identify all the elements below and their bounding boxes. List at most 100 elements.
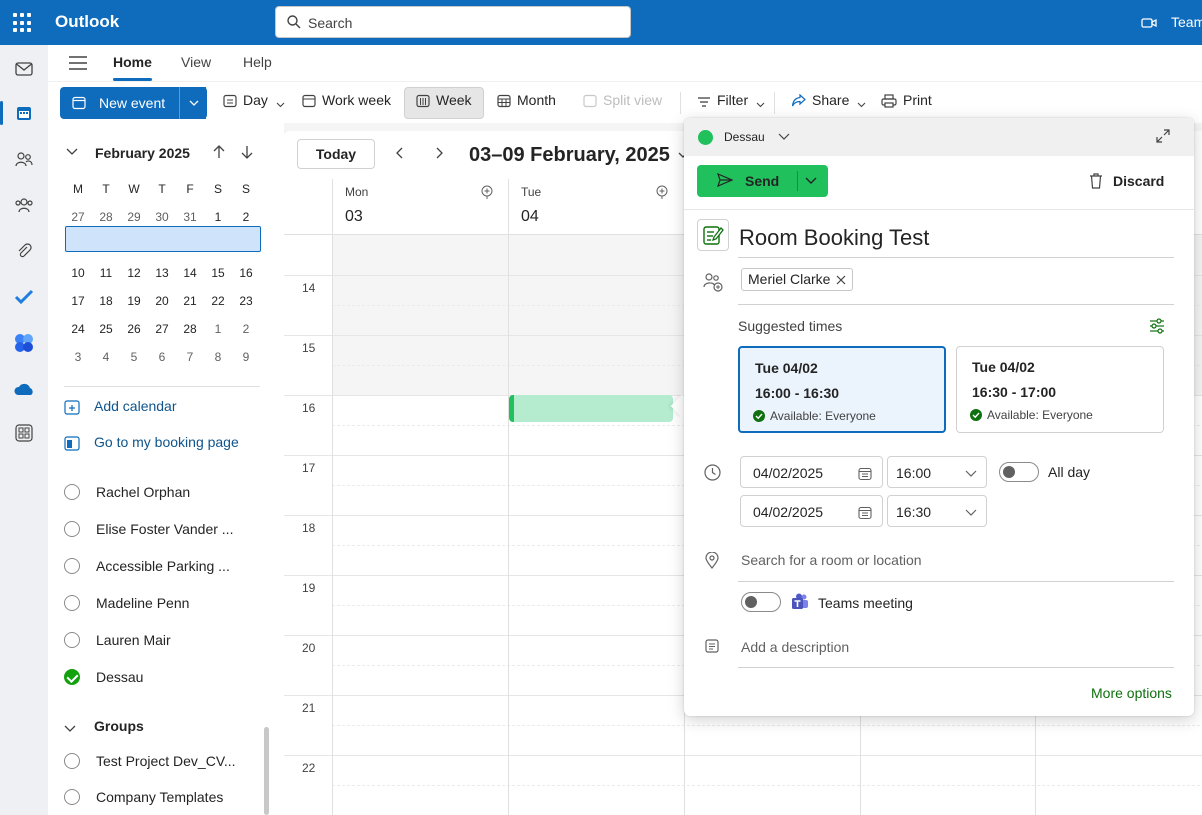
- mini-day[interactable]: 3: [64, 350, 92, 364]
- group-item[interactable]: Company Templates: [64, 789, 223, 805]
- calendar-selector[interactable]: Dessau: [724, 130, 765, 144]
- description-input[interactable]: Add a description: [741, 639, 849, 655]
- month-view-button[interactable]: Month: [497, 92, 556, 108]
- mini-day[interactable]: 2: [232, 322, 260, 336]
- calendar-picker-icon[interactable]: [858, 467, 872, 481]
- mini-day[interactable]: 29: [120, 210, 148, 224]
- mail-icon[interactable]: [12, 57, 36, 81]
- suggested-time-slot[interactable]: Tue 04/02 16:30 - 17:00 Available: Every…: [956, 346, 1164, 433]
- calendar-toggle[interactable]: [64, 558, 80, 574]
- mini-day[interactable]: 13: [148, 266, 176, 280]
- app-name[interactable]: Outlook: [55, 12, 119, 32]
- tab-help[interactable]: Help: [243, 54, 272, 70]
- mini-day[interactable]: 17: [64, 294, 92, 308]
- calendar-toggle[interactable]: [64, 789, 80, 805]
- onedrive-icon[interactable]: [12, 377, 36, 401]
- mini-day[interactable]: 15: [204, 266, 232, 280]
- mini-day[interactable]: 26: [120, 322, 148, 336]
- suggested-time-slot-selected[interactable]: Tue 04/02 16:00 - 16:30 Available: Every…: [738, 346, 946, 433]
- mini-day[interactable]: 25: [92, 322, 120, 336]
- mini-day[interactable]: 6: [148, 350, 176, 364]
- calendar-toggle-checked[interactable]: [64, 669, 80, 685]
- group-item[interactable]: Test Project Dev_CV...: [64, 753, 236, 769]
- calendar-toggle[interactable]: [64, 595, 80, 611]
- add-event-icon[interactable]: [656, 185, 668, 199]
- filter-button[interactable]: Filter: [697, 92, 765, 108]
- event-title-input[interactable]: Room Booking Test: [739, 225, 929, 251]
- mini-day[interactable]: 21: [176, 294, 204, 308]
- calendar-icon[interactable]: [12, 101, 36, 125]
- mini-day[interactable]: 19: [120, 294, 148, 308]
- todo-icon[interactable]: [12, 285, 36, 309]
- start-time-field[interactable]: 16:00: [887, 456, 987, 488]
- week-view-label-wrap[interactable]: Week: [416, 92, 472, 108]
- mini-day[interactable]: 10: [64, 266, 92, 280]
- end-date-field[interactable]: 04/02/2025: [740, 495, 883, 527]
- previous-week-icon[interactable]: [395, 147, 403, 159]
- mini-day[interactable]: 14: [176, 266, 204, 280]
- people-icon[interactable]: [12, 147, 36, 171]
- print-button[interactable]: Print: [881, 92, 932, 108]
- end-time-field[interactable]: 16:30: [887, 495, 987, 527]
- split-view-button[interactable]: Split view: [583, 92, 662, 108]
- calendar-item[interactable]: Lauren Mair: [64, 632, 171, 648]
- mini-day[interactable]: 11: [92, 266, 120, 280]
- mini-day[interactable]: 31: [176, 210, 204, 224]
- calendar-item-dessau[interactable]: Dessau: [64, 669, 143, 685]
- mini-day[interactable]: 22: [204, 294, 232, 308]
- mini-day[interactable]: 2: [232, 210, 260, 224]
- remove-attendee-icon[interactable]: [836, 275, 846, 285]
- chevron-down-icon[interactable]: [965, 470, 977, 477]
- mini-day[interactable]: 27: [64, 210, 92, 224]
- mini-day[interactable]: 30: [148, 210, 176, 224]
- mini-day[interactable]: 9: [232, 350, 260, 364]
- hamburger-icon[interactable]: [69, 56, 87, 70]
- teams-meeting-toggle[interactable]: [741, 592, 781, 612]
- attendee-chip[interactable]: Meriel Clarke: [741, 268, 854, 291]
- event-type-icon[interactable]: [697, 219, 729, 251]
- mini-day[interactable]: 7: [176, 350, 204, 364]
- today-button[interactable]: Today: [297, 139, 375, 169]
- calendar-toggle[interactable]: [64, 753, 80, 769]
- tab-home[interactable]: Home: [113, 54, 152, 81]
- mini-day[interactable]: 8: [204, 350, 232, 364]
- mini-day[interactable]: 28: [92, 210, 120, 224]
- add-event-icon[interactable]: [481, 185, 493, 199]
- mini-day[interactable]: 20: [148, 294, 176, 308]
- calendar-item[interactable]: Rachel Orphan: [64, 484, 190, 500]
- sidebar-scrollbar[interactable]: [264, 727, 269, 815]
- send-button[interactable]: Send: [697, 165, 828, 197]
- mini-day[interactable]: 27: [148, 322, 176, 336]
- add-people-icon[interactable]: [703, 272, 723, 292]
- all-day-toggle[interactable]: [999, 462, 1039, 482]
- calendar-item[interactable]: Elise Foster Vander ...: [64, 521, 233, 537]
- new-event-dropdown[interactable]: [179, 87, 207, 119]
- work-week-view-button[interactable]: Work week: [302, 92, 391, 108]
- calendar-picker-icon[interactable]: [858, 506, 872, 520]
- teams-link[interactable]: Team: [1141, 14, 1202, 30]
- chevron-down-icon[interactable]: [778, 133, 790, 140]
- calendar-toggle[interactable]: [64, 632, 80, 648]
- day-header-mon[interactable]: Mon 03: [332, 179, 508, 234]
- mini-day[interactable]: 24: [64, 322, 92, 336]
- groups-header[interactable]: Groups: [64, 718, 144, 734]
- mini-day[interactable]: 28: [176, 322, 204, 336]
- app-launcher-icon[interactable]: [13, 13, 33, 33]
- calendar-item[interactable]: Accessible Parking ...: [64, 558, 230, 574]
- mini-day[interactable]: 1: [204, 210, 232, 224]
- day-view-button[interactable]: Day: [223, 92, 285, 108]
- mini-day[interactable]: 12: [120, 266, 148, 280]
- expand-icon[interactable]: [1156, 129, 1170, 143]
- search-box[interactable]: Search: [275, 6, 631, 38]
- attachment-icon[interactable]: [12, 239, 36, 263]
- groups-icon[interactable]: [12, 193, 36, 217]
- chevron-down-icon[interactable]: [805, 177, 817, 184]
- arrow-down-icon[interactable]: [241, 145, 253, 159]
- day-header-tue[interactable]: Tue 04: [508, 179, 684, 234]
- date-range-title[interactable]: 03–09 February, 2025: [469, 144, 688, 167]
- discard-button[interactable]: Discard: [1089, 173, 1164, 189]
- calendar-item[interactable]: Madeline Penn: [64, 595, 189, 611]
- mini-day[interactable]: 1: [204, 322, 232, 336]
- mini-day[interactable]: 5: [120, 350, 148, 364]
- settings-sliders-icon[interactable]: [1149, 318, 1165, 334]
